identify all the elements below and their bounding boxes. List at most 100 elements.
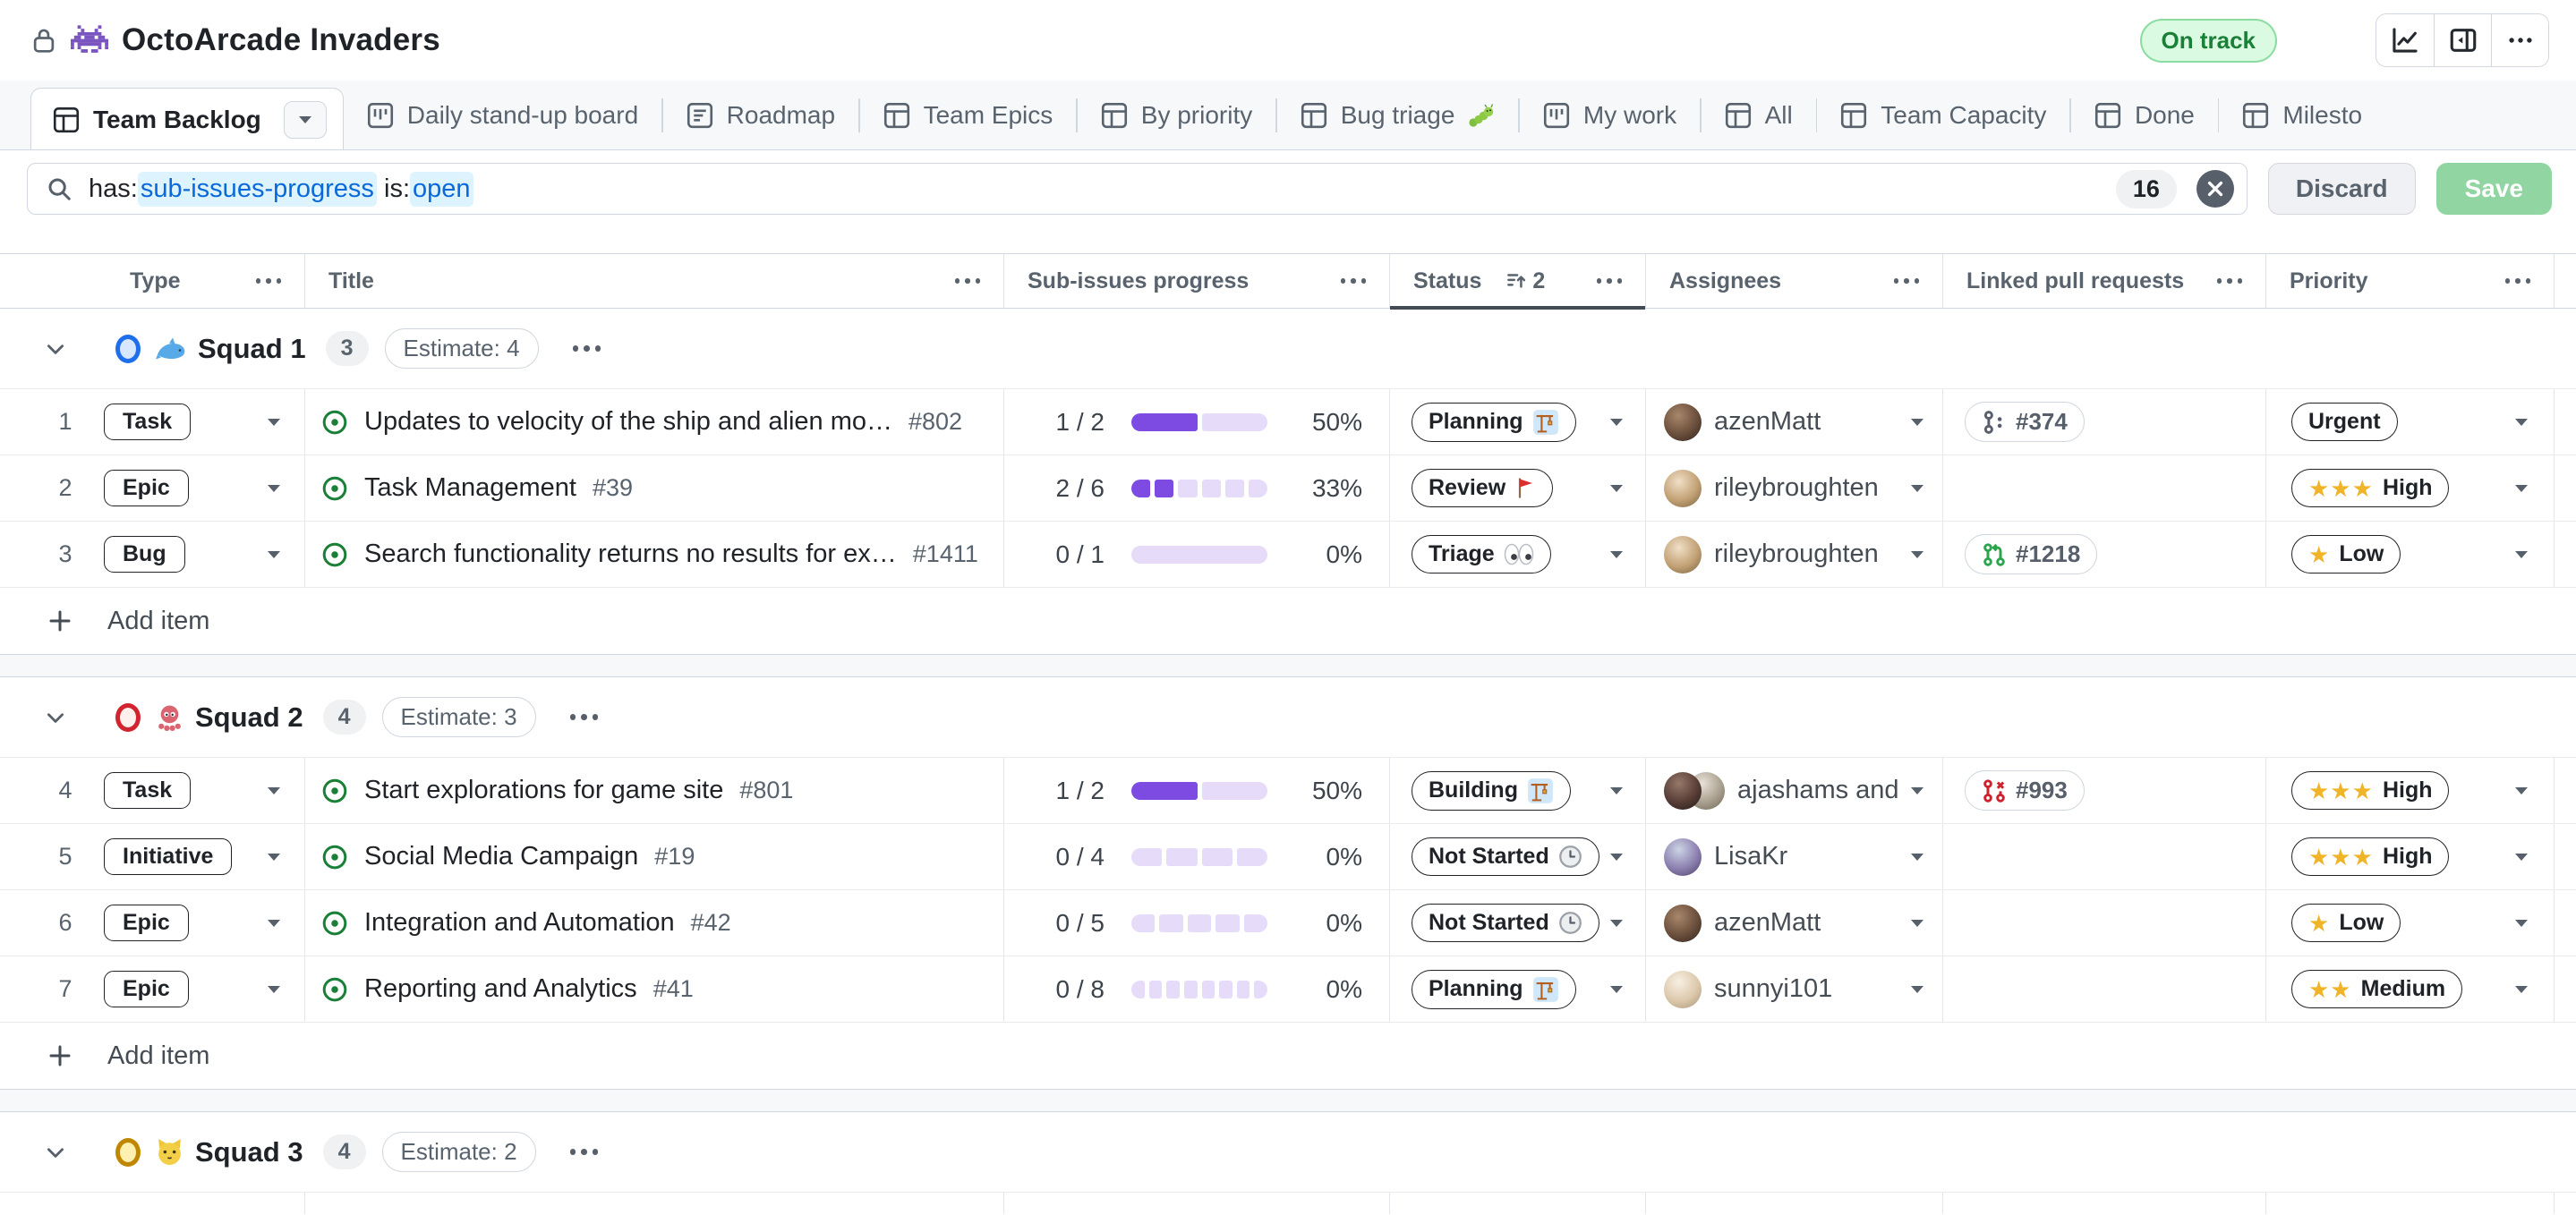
status-dropdown-caret[interactable] (1609, 418, 1624, 427)
linked-pr-pill[interactable]: #1218 (1965, 534, 2097, 574)
priority-dropdown-caret[interactable] (2514, 985, 2529, 994)
assignees-dropdown-caret[interactable] (1910, 418, 1924, 427)
status-pill[interactable]: Planning (1412, 403, 1576, 442)
status-pill[interactable]: Review (1412, 469, 1553, 507)
tab-done[interactable]: Done (2071, 101, 2218, 130)
clear-filter-button[interactable] (2196, 170, 2234, 208)
issue-title[interactable]: Integration and Automation (364, 908, 675, 938)
type-dropdown-caret[interactable] (267, 484, 281, 493)
filter-input[interactable]: has:sub-issues-progress is:open 16 (27, 163, 2248, 215)
priority-dropdown-caret[interactable] (2514, 786, 2529, 795)
column-menu-button[interactable] (2217, 278, 2243, 284)
column-menu-button[interactable] (955, 278, 981, 284)
column-menu-button[interactable] (1341, 278, 1367, 284)
tab-milesto[interactable]: Milesto (2219, 101, 2385, 130)
assignees-dropdown-caret[interactable] (1910, 550, 1924, 559)
column-menu-button[interactable] (1597, 278, 1623, 284)
tab-team-backlog[interactable]: Team Backlog (30, 88, 344, 150)
type-badge[interactable]: Task (104, 404, 191, 440)
discard-button[interactable]: Discard (2268, 163, 2416, 215)
add-item-button[interactable]: Add item (0, 588, 2576, 654)
priority-pill[interactable]: ★Low (2291, 535, 2401, 574)
issue-title[interactable]: Task Management (364, 473, 576, 503)
status-pill[interactable]: Triage (1412, 535, 1551, 574)
priority-dropdown-caret[interactable] (2514, 550, 2529, 559)
status-pill[interactable]: Not Started (1412, 837, 1599, 876)
priority-pill[interactable]: Urgent (2291, 403, 2398, 441)
priority-pill[interactable]: ★★Medium (2291, 970, 2462, 1008)
status-dropdown-caret[interactable] (1609, 786, 1624, 795)
type-dropdown-caret[interactable] (267, 985, 281, 994)
group-menu-button[interactable] (573, 345, 601, 352)
collapse-group-button[interactable] (44, 706, 67, 729)
assignees-dropdown-caret[interactable] (1910, 853, 1924, 862)
type-dropdown-caret[interactable] (267, 418, 281, 427)
tab-daily-stand-up-board[interactable]: Daily stand-up board (344, 101, 661, 130)
linked-pr-pill[interactable]: #374 (1965, 402, 2085, 442)
priority-dropdown-caret[interactable] (2514, 484, 2529, 493)
issue-title[interactable]: Reporting and Analytics (364, 974, 637, 1004)
type-dropdown-caret[interactable] (267, 550, 281, 559)
column-menu-button[interactable] (2505, 278, 2531, 284)
cell-assignees: ajashams and… (1646, 758, 1943, 823)
tab-my-work[interactable]: My work (1520, 101, 1700, 130)
status-dropdown-caret[interactable] (1609, 550, 1624, 559)
status-label: Triage (1429, 541, 1495, 567)
side-panel-button[interactable] (2434, 14, 2491, 66)
issue-title[interactable]: Start explorations for game site (364, 776, 723, 805)
row-number: 4 (52, 777, 79, 804)
tab-roadmap[interactable]: Roadmap (663, 101, 858, 130)
assignees-dropdown-caret[interactable] (1910, 985, 1924, 994)
status-dropdown-caret[interactable] (1609, 919, 1624, 928)
tab-team-epics[interactable]: Team Epics (860, 101, 1077, 130)
save-button[interactable]: Save (2436, 163, 2552, 215)
tab-bug-triage[interactable]: Bug triage (1277, 101, 1519, 130)
issue-title[interactable]: Updates to velocity of the ship and alie… (364, 407, 892, 437)
collapse-group-button[interactable] (44, 1141, 67, 1164)
type-badge[interactable]: Task (104, 772, 191, 809)
type-dropdown-caret[interactable] (267, 786, 281, 795)
insights-button[interactable] (2376, 14, 2434, 66)
type-badge[interactable]: Epic (104, 905, 189, 941)
type-dropdown-caret[interactable] (267, 919, 281, 928)
linked-pr-pill[interactable]: #993 (1965, 770, 2085, 811)
group-menu-button[interactable] (570, 1149, 599, 1155)
assignees-dropdown-caret[interactable] (1910, 786, 1924, 795)
assignees-dropdown-caret[interactable] (1910, 484, 1924, 493)
progress-segment (1131, 782, 1198, 800)
priority-pill[interactable]: ★★★High (2291, 469, 2449, 507)
tab-team-capacity[interactable]: Team Capacity (1817, 101, 2069, 130)
priority-dropdown-caret[interactable] (2514, 853, 2529, 862)
type-badge[interactable]: Epic (104, 470, 189, 506)
avatar-stack (1664, 536, 1702, 574)
priority-dropdown-caret[interactable] (2514, 418, 2529, 427)
type-badge[interactable]: Bug (104, 536, 185, 573)
status-dropdown-caret[interactable] (1609, 985, 1624, 994)
status-dropdown-caret[interactable] (1609, 484, 1624, 493)
type-badge[interactable]: Epic (104, 971, 189, 1007)
status-dropdown-caret[interactable] (1609, 853, 1624, 862)
issue-title[interactable]: Social Media Campaign (364, 842, 638, 871)
priority-pill[interactable]: ★★★High (2291, 771, 2449, 810)
priority-pill[interactable]: ★Low (2291, 904, 2401, 942)
collapse-group-button[interactable] (44, 337, 67, 361)
status-pill[interactable]: Building (1412, 771, 1571, 811)
tab-by-priority[interactable]: By priority (1078, 101, 1275, 130)
column-menu-button[interactable] (256, 278, 282, 284)
issue-title[interactable]: Search functionality returns no results … (364, 540, 897, 569)
priority-dropdown-caret[interactable] (2514, 919, 2529, 928)
status-badge[interactable]: On track (2140, 19, 2278, 63)
type-dropdown-caret[interactable] (267, 853, 281, 862)
assignees-dropdown-caret[interactable] (1910, 919, 1924, 928)
column-menu-button[interactable] (1894, 278, 1920, 284)
priority-pill[interactable]: ★★★High (2291, 837, 2449, 876)
project-menu-button[interactable] (2491, 14, 2548, 66)
tab-all[interactable]: All (1702, 101, 1816, 130)
status-pill[interactable]: Not Started (1412, 904, 1599, 942)
type-badge[interactable]: Initiative (104, 838, 232, 875)
add-item-button[interactable]: Add item (0, 1023, 2576, 1089)
status-pill[interactable]: Planning (1412, 970, 1576, 1009)
view-options-caret[interactable] (284, 101, 327, 139)
group-menu-button[interactable] (570, 714, 599, 720)
pr-number: #1218 (2016, 540, 2080, 568)
